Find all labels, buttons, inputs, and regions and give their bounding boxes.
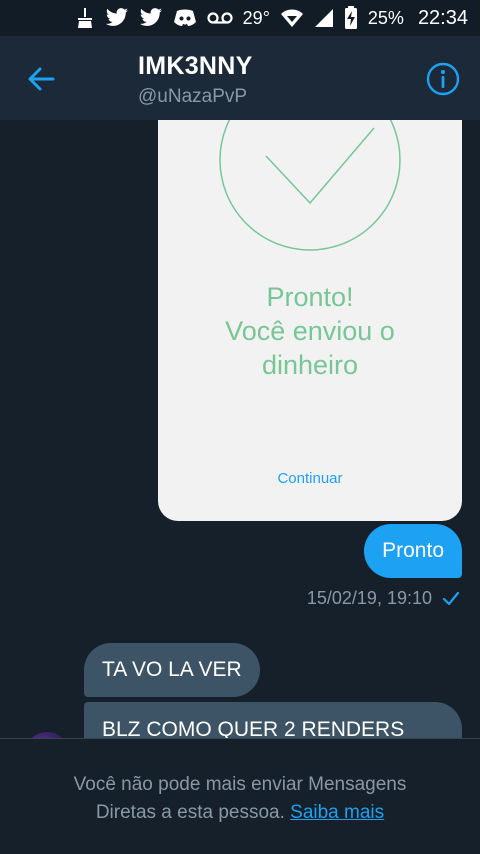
payment-confirmation-card: Pronto! Você enviou o dinheiro Continuar bbox=[158, 120, 462, 521]
battery-charging-icon bbox=[344, 6, 358, 30]
clock: 22:34 bbox=[417, 6, 468, 29]
message-list[interactable]: Pronto! Você enviou o dinheiro Continuar… bbox=[0, 120, 480, 738]
card-message: Pronto! Você enviou o dinheiro bbox=[158, 280, 462, 382]
contact-handle: @uNazaPvP bbox=[138, 86, 248, 107]
broom-icon bbox=[75, 6, 95, 30]
info-icon bbox=[426, 62, 460, 96]
received-message-bubble[interactable]: TA VO LA VER bbox=[84, 643, 260, 697]
back-arrow-icon bbox=[28, 67, 55, 91]
back-button[interactable] bbox=[26, 64, 56, 94]
voicemail-icon bbox=[207, 6, 233, 30]
card-message-line: Pronto! bbox=[266, 282, 354, 312]
info-button[interactable] bbox=[426, 62, 460, 96]
discord-icon bbox=[173, 6, 197, 30]
notice-line-1: Você não pode mais enviar Mensagens bbox=[73, 774, 407, 795]
read-check-icon bbox=[442, 591, 460, 605]
conversation-header: IMK3NNY @uNazaPvP bbox=[0, 36, 480, 120]
signal-icon bbox=[314, 6, 334, 30]
continue-link[interactable]: Continuar bbox=[158, 470, 462, 487]
contact-name: IMK3NNY bbox=[138, 52, 253, 80]
notice-line-2: Diretas a esta pessoa. Saiba mais bbox=[0, 799, 480, 827]
battery-percent: 25% bbox=[367, 7, 404, 28]
status-bar: 29° 25% 22:34 bbox=[0, 0, 480, 36]
message-meta: 15/02/19, 19:10 bbox=[307, 588, 460, 609]
sent-message-bubble[interactable]: Pronto bbox=[364, 524, 462, 578]
card-message-line: dinheiro bbox=[261, 350, 359, 380]
checkmark-circle-icon bbox=[219, 120, 401, 251]
twitter-icon bbox=[139, 6, 163, 30]
wifi-icon bbox=[280, 6, 304, 30]
learn-more-link[interactable]: Saiba mais bbox=[290, 802, 384, 823]
received-message-bubble[interactable]: BLZ COMO QUER 2 RENDERS bbox=[84, 702, 462, 738]
message-timestamp: 15/02/19, 19:10 bbox=[306, 588, 432, 608]
notice-text: Diretas a esta pessoa. bbox=[95, 802, 285, 823]
twitter-icon bbox=[105, 6, 129, 30]
dm-disabled-notice: Você não pode mais enviar Mensagens Dire… bbox=[0, 738, 480, 854]
card-message-line: Você enviou o bbox=[225, 316, 395, 346]
temperature: 29° bbox=[242, 7, 270, 28]
